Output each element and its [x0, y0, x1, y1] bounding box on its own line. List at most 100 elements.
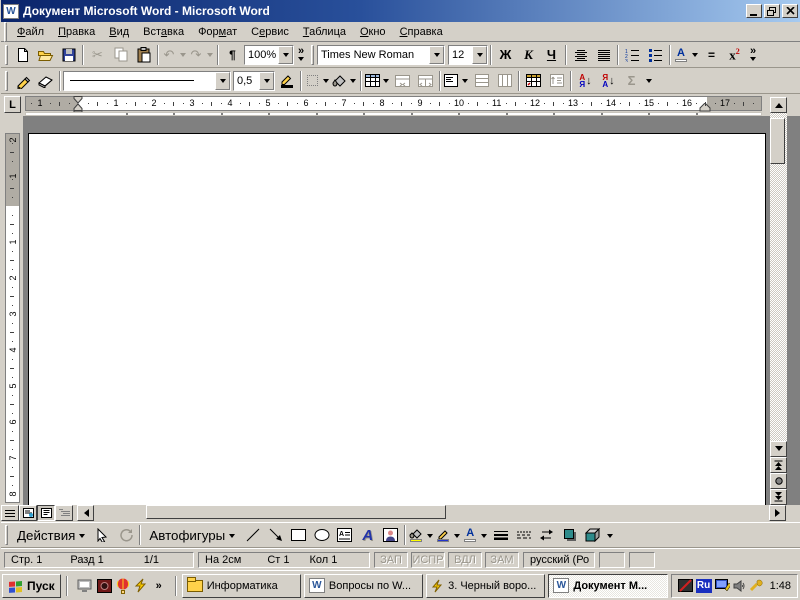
- toolbar-options-dropdown[interactable]: [643, 70, 654, 92]
- sort-ascending-button[interactable]: АЯ↓: [574, 70, 597, 92]
- show-desktop-icon[interactable]: [77, 579, 93, 593]
- show-formatting-button[interactable]: ¶: [221, 44, 244, 66]
- line-style-combo[interactable]: [63, 71, 231, 91]
- line-style-dropdown[interactable]: [215, 72, 230, 90]
- insert-clipart-button[interactable]: [379, 524, 402, 546]
- select-objects-button[interactable]: [91, 524, 114, 546]
- text-direction-button[interactable]: [545, 70, 568, 92]
- web-layout-view-button[interactable]: [19, 505, 37, 521]
- settings-wrench-tray-icon[interactable]: [749, 579, 763, 592]
- scroll-up-button[interactable]: [770, 97, 787, 113]
- shading-dropdown[interactable]: [347, 70, 358, 92]
- underline-button[interactable]: Ч: [540, 44, 563, 66]
- menu-формат[interactable]: Формат: [191, 24, 244, 40]
- scroll-left-button[interactable]: [77, 505, 94, 521]
- status-indicator-зап[interactable]: ЗАП: [374, 552, 408, 568]
- cut-button[interactable]: ✂: [86, 44, 109, 66]
- rectangle-tool-button[interactable]: [287, 524, 310, 546]
- menu-вид[interactable]: Вид: [102, 24, 136, 40]
- toolbar-grip[interactable]: [5, 45, 8, 65]
- free-rotate-button[interactable]: [114, 524, 137, 546]
- align-center-button[interactable]: [569, 44, 592, 66]
- distribute-columns-button[interactable]: [493, 70, 516, 92]
- line-weight-combo[interactable]: 0,5: [233, 71, 275, 91]
- vertical-scroll-thumb[interactable]: [770, 118, 785, 164]
- border-color-button[interactable]: [275, 70, 298, 92]
- display-tray-icon[interactable]: [715, 579, 730, 592]
- italic-button[interactable]: К: [517, 44, 540, 66]
- taskbar-task-button[interactable]: Информатика: [182, 574, 301, 598]
- paste-button[interactable]: [132, 44, 155, 66]
- fill-color-dropdown[interactable]: [424, 524, 435, 546]
- horizontal-scroll-track[interactable]: [96, 505, 765, 521]
- vertical-scrollbar[interactable]: [770, 97, 787, 505]
- taskbar-task-button[interactable]: 3. Черный воро...: [426, 574, 545, 598]
- scroll-right-button[interactable]: [769, 505, 786, 521]
- menu-вставка[interactable]: Вставка: [136, 24, 191, 40]
- copy-button[interactable]: [109, 44, 132, 66]
- shading-color-button[interactable]: [331, 70, 347, 92]
- shadow-button[interactable]: [558, 524, 581, 546]
- redo-button[interactable]: ↷: [188, 44, 204, 66]
- font-name-combo[interactable]: Times New Roman: [317, 45, 445, 65]
- wordart-button[interactable]: А: [356, 524, 379, 546]
- taskbar-task-button[interactable]: WДокумент М...: [548, 574, 667, 598]
- autosum-button[interactable]: Σ: [620, 70, 643, 92]
- menu-справка[interactable]: Справка: [393, 24, 450, 40]
- insert-table-button[interactable]: [364, 70, 380, 92]
- formatting-overflow-chevron[interactable]: »: [746, 44, 760, 66]
- normal-view-button[interactable]: [1, 505, 19, 521]
- volume-tray-icon[interactable]: [733, 580, 746, 592]
- threed-button[interactable]: [581, 524, 604, 546]
- font-size-combo[interactable]: 12: [448, 45, 488, 65]
- horizontal-scroll-thumb[interactable]: [146, 505, 446, 519]
- next-page-button[interactable]: [770, 489, 787, 505]
- split-cells-button[interactable]: [414, 70, 437, 92]
- vertical-ruler[interactable]: 1234567821: [5, 133, 20, 503]
- cell-align-dropdown[interactable]: [459, 70, 470, 92]
- toolbar-grip[interactable]: [5, 71, 8, 91]
- document-page[interactable]: [28, 133, 766, 505]
- draw-table-button[interactable]: [11, 70, 34, 92]
- previous-page-button[interactable]: [770, 457, 787, 473]
- align-justify-button[interactable]: [592, 44, 615, 66]
- status-indicator-зам[interactable]: ЗАМ: [485, 552, 519, 568]
- balloon-icon[interactable]: [116, 578, 130, 594]
- font-color-button[interactable]: А: [673, 44, 689, 66]
- bold-button[interactable]: Ж: [494, 44, 517, 66]
- status-indicator-испр[interactable]: ИСПР: [411, 552, 445, 568]
- redo-dropdown[interactable]: [204, 44, 215, 66]
- bullet-list-button[interactable]: [644, 44, 667, 66]
- clock[interactable]: 1:48: [770, 580, 791, 592]
- autoshapes-button[interactable]: Автофигуры: [143, 524, 241, 546]
- minimize-button[interactable]: [746, 4, 762, 18]
- title-bar[interactable]: W Документ Microsoft Word - Microsoft Wo…: [1, 0, 800, 22]
- vertical-scroll-track[interactable]: [770, 113, 787, 441]
- font-color-dropdown[interactable]: [689, 44, 700, 66]
- arrow-tool-button[interactable]: [264, 524, 287, 546]
- font-name-dropdown[interactable]: [429, 46, 444, 64]
- new-document-button[interactable]: [11, 44, 34, 66]
- formatting-grip[interactable]: [311, 45, 314, 65]
- status-indicator-вдл[interactable]: ВДЛ: [448, 552, 482, 568]
- font-size-dropdown[interactable]: [472, 46, 487, 64]
- outline-view-button[interactable]: [55, 505, 73, 521]
- horizontal-ruler[interactable]: 12345678910111213141516171: [25, 96, 762, 111]
- select-browse-object-button[interactable]: [770, 473, 787, 489]
- undo-button[interactable]: ↶: [161, 44, 177, 66]
- undo-dropdown[interactable]: [177, 44, 188, 66]
- merge-cells-button[interactable]: [391, 70, 414, 92]
- taskbar-task-button[interactable]: WВопросы по W...: [304, 574, 423, 598]
- menu-сервис[interactable]: Сервис: [244, 24, 296, 40]
- close-button[interactable]: [782, 4, 798, 18]
- eraser-button[interactable]: [34, 70, 57, 92]
- tab-type-selector[interactable]: L: [4, 96, 21, 113]
- antivirus-tray-icon[interactable]: [678, 579, 693, 592]
- equals-button[interactable]: =: [700, 44, 723, 66]
- drawing-options-dropdown[interactable]: [604, 524, 615, 546]
- text-box-button[interactable]: А: [333, 524, 356, 546]
- save-button[interactable]: [57, 44, 80, 66]
- spelling-status-panel[interactable]: [599, 552, 625, 568]
- standard-overflow-chevron[interactable]: »: [294, 44, 308, 66]
- menu-файл[interactable]: Файл: [10, 24, 51, 40]
